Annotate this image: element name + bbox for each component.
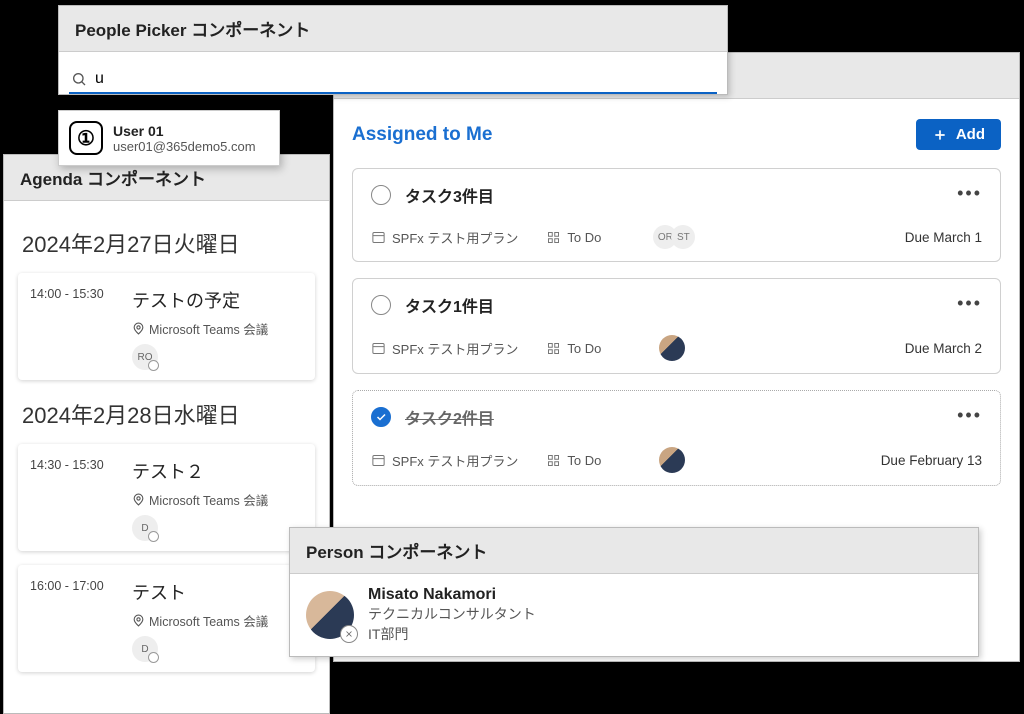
task-due: Due March 2 [905, 341, 982, 356]
task-plan: SPFx テスト用プラン [371, 228, 518, 247]
assignee-avatar: ST [671, 225, 695, 249]
agenda-date: 2024年2月28日水曜日 [22, 398, 315, 430]
person-avatar [306, 591, 354, 639]
agenda-event[interactable]: 14:00 - 15:30 テストの予定 Microsoft Teams 会議 … [18, 273, 315, 380]
search-input[interactable] [95, 70, 715, 88]
location-icon [132, 322, 145, 335]
task-more-button[interactable]: ••• [957, 293, 982, 314]
task-card[interactable]: タスク1件目 ••• SPFx テスト用プラン To Do Due March … [352, 278, 1001, 374]
event-title: テストの予定 [132, 287, 268, 313]
attendee-avatar: RO [132, 344, 158, 370]
bucket-icon [546, 230, 561, 245]
plan-icon [371, 341, 386, 356]
person-name: Misato Nakamori [368, 586, 536, 604]
people-picker-dropdown: ① User 01 user01@365demo5.com [58, 110, 280, 166]
task-bucket: To Do [546, 341, 601, 356]
event-location: Microsoft Teams 会議 [132, 490, 268, 509]
event-time: 16:00 - 17:00 [30, 579, 116, 662]
task-more-button[interactable]: ••• [957, 405, 982, 426]
task-due: Due February 13 [881, 453, 982, 468]
bucket-icon [546, 341, 561, 356]
task-card[interactable]: タスク2件目 ••• SPFx テスト用プラン To Do Due Februa… [352, 390, 1001, 486]
event-time: 14:00 - 15:30 [30, 287, 116, 370]
attendee-avatar: D [132, 515, 158, 541]
task-plan: SPFx テスト用プラン [371, 339, 518, 358]
agenda-body: 2024年2月27日火曜日 14:00 - 15:30 テストの予定 Micro… [4, 201, 329, 694]
bucket-icon [546, 453, 561, 468]
event-time: 14:30 - 15:30 [30, 458, 116, 541]
person-dept: IT部門 [368, 624, 536, 644]
agenda-event[interactable]: 16:00 - 17:00 テスト Microsoft Teams 会議 D [18, 565, 315, 672]
task-assignees: OR ST [659, 225, 695, 249]
event-title: テスト２ [132, 458, 268, 484]
add-task-button[interactable]: Add [916, 119, 1001, 150]
task-complete-toggle[interactable] [371, 407, 391, 427]
event-location: Microsoft Teams 会議 [132, 319, 268, 338]
presence-offline-icon [344, 629, 354, 639]
person-header: Person コンポーネント [290, 528, 978, 574]
task-plan: SPFx テスト用プラン [371, 451, 518, 470]
attendee-avatar: D [132, 636, 158, 662]
task-card[interactable]: タスク3件目 ••• SPFx テスト用プラン To Do OR ST Due … [352, 168, 1001, 262]
person-role: テクニカルコンサルタント [368, 604, 536, 624]
agenda-panel: Agenda コンポーネント 2024年2月27日火曜日 14:00 - 15:… [3, 154, 330, 714]
suggestion-avatar: ① [69, 121, 103, 155]
task-more-button[interactable]: ••• [957, 183, 982, 204]
check-icon [375, 411, 387, 423]
agenda-date: 2024年2月27日火曜日 [22, 227, 315, 259]
task-complete-toggle[interactable] [371, 295, 391, 315]
presence-badge [340, 625, 358, 643]
people-suggestion[interactable]: ① User 01 user01@365demo5.com [65, 117, 273, 159]
assignee-avatar [659, 447, 685, 473]
suggestion-name: User 01 [113, 123, 256, 139]
task-due: Due March 1 [905, 230, 982, 245]
plus-icon [932, 127, 948, 143]
task-complete-toggle[interactable] [371, 185, 391, 205]
suggestion-email: user01@365demo5.com [113, 139, 256, 154]
location-icon [132, 614, 145, 627]
search-field[interactable] [69, 66, 717, 94]
person-panel: Person コンポーネント Misato Nakamori テクニカルコンサル… [289, 527, 979, 657]
task-bucket: To Do [546, 453, 601, 468]
location-icon [132, 493, 145, 506]
event-title: テスト [132, 579, 268, 605]
people-picker-header: People Picker コンポーネント [59, 6, 727, 52]
task-title: タスク1件目 [405, 293, 494, 317]
task-bucket: To Do [546, 230, 601, 245]
assignee-avatar [659, 335, 685, 361]
planner-heading[interactable]: Assigned to Me [352, 124, 492, 146]
plan-icon [371, 453, 386, 468]
task-title: タスク3件目 [405, 183, 494, 207]
people-picker-panel: People Picker コンポーネント [58, 5, 728, 95]
task-title: タスク2件目 [405, 405, 494, 429]
search-icon [71, 71, 87, 87]
plan-icon [371, 230, 386, 245]
event-location: Microsoft Teams 会議 [132, 611, 268, 630]
agenda-event[interactable]: 14:30 - 15:30 テスト２ Microsoft Teams 会議 D [18, 444, 315, 551]
